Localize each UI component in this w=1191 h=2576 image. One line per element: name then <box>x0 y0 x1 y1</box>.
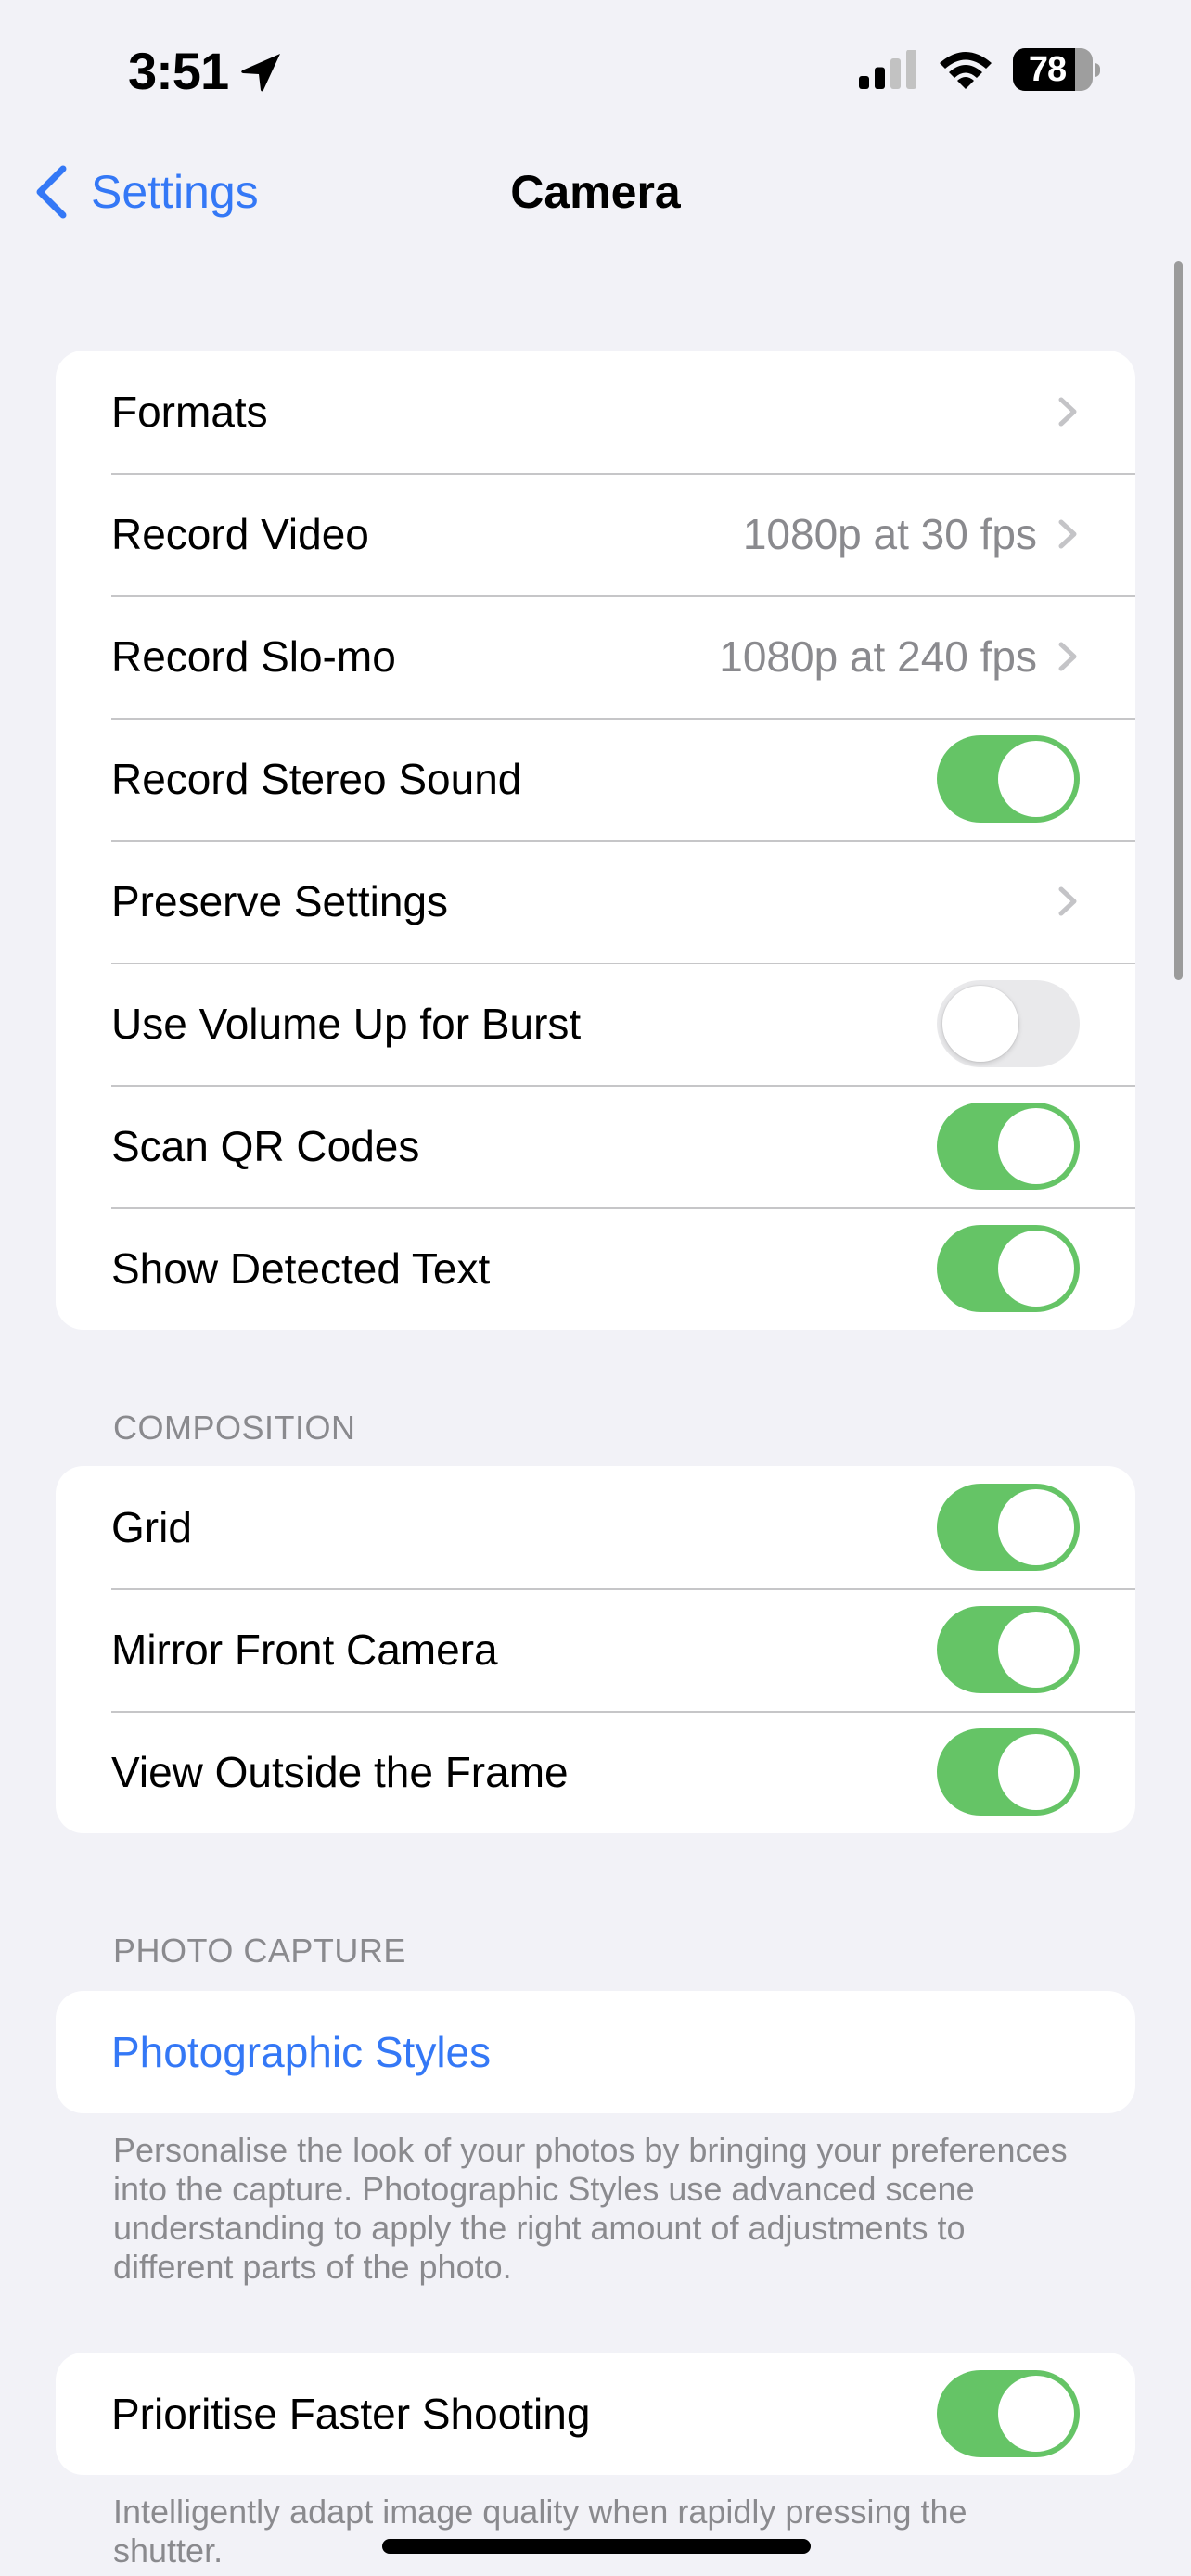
location-arrow-icon <box>241 54 280 92</box>
row-label: Scan QR Codes <box>111 1122 420 1170</box>
section-header-composition: COMPOSITION <box>113 1409 356 1447</box>
row-label: Formats <box>111 388 268 436</box>
settings-group-photo-capture: Photographic Styles <box>56 1991 1135 2113</box>
volume-up-burst-toggle[interactable] <box>937 980 1080 1067</box>
toggle-knob <box>998 1489 1074 1565</box>
row-mirror-front-camera: Mirror Front Camera <box>56 1588 1135 1711</box>
faster-shooting-footer: Intelligently adapt image quality when r… <box>113 2493 967 2570</box>
page-title: Camera <box>510 166 681 218</box>
settings-group-faster-shooting: Prioritise Faster Shooting <box>56 2353 1135 2475</box>
row-label: Prioritise Faster Shooting <box>111 2390 591 2438</box>
row-volume-up-burst: Use Volume Up for Burst <box>56 963 1135 1085</box>
prioritise-faster-shooting-toggle[interactable] <box>937 2370 1080 2457</box>
show-detected-text-toggle[interactable] <box>937 1225 1080 1312</box>
row-record-slo-mo[interactable]: Record Slo-mo 1080p at 240 fps <box>56 595 1135 718</box>
toggle-knob <box>998 1108 1074 1184</box>
settings-group-main: Formats Record Video 1080p at 30 fps Rec… <box>56 351 1135 1330</box>
row-view-outside-frame: View Outside the Frame <box>56 1711 1135 1833</box>
chevron-right-icon <box>1058 397 1077 427</box>
row-record-video[interactable]: Record Video 1080p at 30 fps <box>56 473 1135 595</box>
row-label: Mirror Front Camera <box>111 1626 498 1674</box>
scrollbar[interactable] <box>1174 261 1183 980</box>
grid-toggle[interactable] <box>937 1484 1080 1571</box>
row-label: Preserve Settings <box>111 877 449 925</box>
battery-nub <box>1095 63 1100 77</box>
toggle-knob <box>998 741 1074 817</box>
row-label: View Outside the Frame <box>111 1748 569 1796</box>
row-label: Record Stereo Sound <box>111 755 522 803</box>
row-grid: Grid <box>56 1466 1135 1588</box>
battery-icon: 78 <box>1013 48 1102 91</box>
row-record-stereo-sound: Record Stereo Sound <box>56 718 1135 840</box>
chevron-right-icon <box>1058 886 1077 916</box>
signal-bar <box>859 76 869 89</box>
row-label: Use Volume Up for Burst <box>111 1000 582 1048</box>
row-prioritise-faster-shooting: Prioritise Faster Shooting <box>56 2353 1135 2475</box>
record-stereo-sound-toggle[interactable] <box>937 735 1080 823</box>
toggle-knob <box>998 1734 1074 1810</box>
row-scan-qr-codes: Scan QR Codes <box>56 1085 1135 1207</box>
signal-icon <box>859 50 916 89</box>
row-value: 1080p at 30 fps <box>742 510 1037 558</box>
row-show-detected-text: Show Detected Text <box>56 1207 1135 1330</box>
settings-group-composition: Grid Mirror Front Camera View Outside th… <box>56 1466 1135 1833</box>
chevron-right-icon <box>1058 642 1077 671</box>
row-label: Show Detected Text <box>111 1244 491 1293</box>
row-label: Photographic Styles <box>111 2028 492 2076</box>
photo-capture-footer: Personalise the look of your photos by b… <box>113 2131 1068 2286</box>
photographic-styles-button[interactable]: Photographic Styles <box>56 1991 1135 2113</box>
battery-percent: 78 <box>1028 50 1067 89</box>
scan-qr-codes-toggle[interactable] <box>937 1103 1080 1190</box>
row-value: 1080p at 240 fps <box>719 632 1037 681</box>
row-label: Grid <box>111 1503 192 1551</box>
row-preserve-settings[interactable]: Preserve Settings <box>56 840 1135 963</box>
mirror-front-camera-toggle[interactable] <box>937 1606 1080 1693</box>
toggle-knob <box>942 986 1018 1062</box>
signal-bar <box>875 67 885 89</box>
home-indicator[interactable] <box>382 2539 811 2554</box>
signal-bar <box>906 50 916 89</box>
status-time: 3:51 <box>128 42 229 100</box>
row-formats[interactable]: Formats <box>56 351 1135 473</box>
wifi-icon <box>940 52 992 89</box>
view-outside-frame-toggle[interactable] <box>937 1728 1080 1816</box>
toggle-knob <box>998 2376 1074 2452</box>
toggle-knob <box>998 1231 1074 1307</box>
chevron-right-icon <box>1058 519 1077 549</box>
signal-bar <box>890 58 901 89</box>
row-label: Record Video <box>111 510 369 558</box>
row-label: Record Slo-mo <box>111 632 396 681</box>
toggle-knob <box>998 1612 1074 1688</box>
section-header-photo-capture: PHOTO CAPTURE <box>113 1932 406 1970</box>
